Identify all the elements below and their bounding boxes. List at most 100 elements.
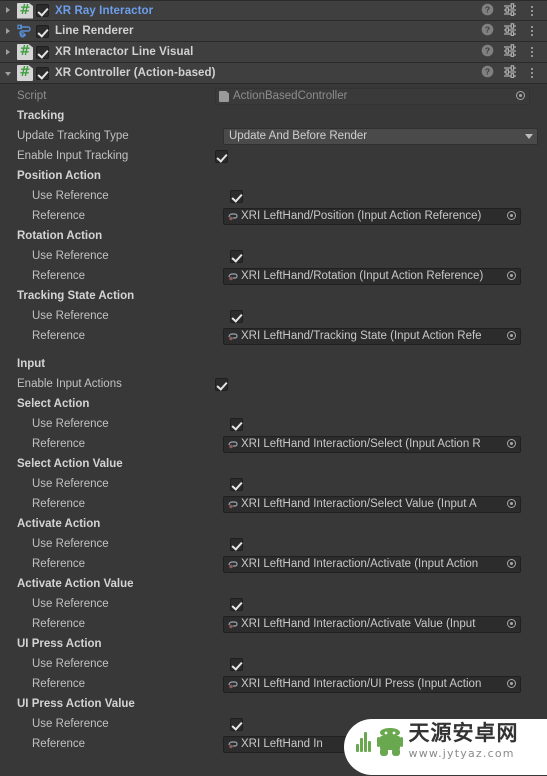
property-field: XRI LeftHand Interaction/Activate (Input… [215, 555, 547, 573]
component-enabled-checkbox[interactable] [36, 45, 49, 59]
property-field: XRI LeftHand In [215, 735, 547, 753]
property-row: Reference XRI LeftHand Interaction/Select… [0, 434, 547, 454]
property-field [215, 597, 547, 611]
property-label: Use Reference [32, 190, 109, 202]
more-menu-icon[interactable] [526, 4, 538, 18]
more-menu-icon[interactable] [526, 24, 538, 38]
property-label: Reference [32, 270, 86, 282]
chevron-right-icon[interactable] [2, 25, 15, 38]
checkbox-use-reference[interactable] [230, 597, 243, 611]
component-enabled-checkbox[interactable] [36, 4, 49, 17]
reference-object-field[interactable]: XRI LeftHand/Position (Input Action Refe… [223, 207, 521, 225]
object-picker-icon[interactable] [505, 737, 520, 752]
property-row: Use Reference [0, 594, 547, 614]
checkbox-use-reference[interactable] [230, 309, 243, 323]
property-row: Select Action [0, 394, 547, 414]
reference-value: XRI LeftHand Interaction/UI Press (Input… [241, 677, 482, 690]
reference-object-field[interactable]: XRI LeftHand Interaction/Select Value (I… [223, 495, 521, 513]
section-header-label: Rotation Action [17, 230, 103, 242]
property-row: Position Action [0, 166, 547, 186]
component-enabled-checkbox[interactable] [36, 24, 49, 38]
checkbox-use-reference[interactable] [230, 189, 243, 203]
property-label: Reference [32, 558, 86, 570]
object-picker-icon[interactable] [505, 437, 520, 452]
more-menu-icon[interactable] [526, 66, 538, 80]
property-row: Use Reference [0, 186, 547, 206]
reference-object-field[interactable]: XRI LeftHand/Tracking State (Input Actio… [223, 327, 521, 345]
reference-object-field[interactable]: XRI LeftHand Interaction/Select (Input A… [223, 435, 521, 453]
component-header[interactable]: Line Renderer? [0, 21, 547, 42]
object-picker-icon[interactable] [514, 89, 529, 104]
object-picker-icon[interactable] [505, 617, 520, 632]
checkbox-use-reference[interactable] [230, 249, 243, 263]
property-row: Reference XRI LeftHand Interaction/Activa… [0, 554, 547, 574]
section-header-label: Activate Action Value [17, 578, 134, 590]
property-label: Use Reference [32, 538, 109, 550]
script-object-field[interactable]: ActionBasedController [215, 87, 530, 105]
checkbox-use-reference[interactable] [230, 657, 243, 671]
checkbox-use-reference[interactable] [230, 477, 243, 491]
property-row: Use Reference [0, 654, 547, 674]
csharp-asset-icon [219, 90, 231, 102]
input-action-asset-icon [227, 438, 239, 450]
reference-object-field[interactable]: XRI LeftHand Interaction/Activate (Input… [223, 555, 521, 573]
checkbox-use-reference[interactable] [230, 537, 243, 551]
reference-object-field[interactable]: XRI LeftHand/Rotation (Input Action Refe… [223, 267, 521, 285]
preset-icon[interactable] [503, 2, 517, 19]
object-picker-icon[interactable] [505, 677, 520, 692]
chevron-down-icon[interactable] [2, 67, 15, 80]
property-row: Select Action Value [0, 454, 547, 474]
property-row: Use Reference [0, 306, 547, 326]
svg-text:?: ? [485, 67, 490, 77]
component-enabled-checkbox[interactable] [36, 66, 49, 80]
chevron-right-icon[interactable] [2, 4, 15, 17]
section-header-label: Activate Action [17, 518, 101, 530]
object-picker-icon[interactable] [505, 329, 520, 344]
checkbox-enable-input-actions[interactable] [215, 377, 228, 391]
more-menu-icon[interactable] [526, 45, 538, 59]
preset-icon[interactable] [503, 44, 517, 60]
update-tracking-type-dropdown[interactable]: Update And Before Render [223, 127, 538, 145]
section-header-label: UI Press Action [17, 638, 102, 650]
reference-object-field[interactable]: XRI LeftHand In [223, 735, 521, 753]
reference-value: XRI LeftHand Interaction/Activate Value … [241, 617, 476, 630]
input-action-asset-icon [227, 678, 239, 690]
property-field: XRI LeftHand/Position (Input Action Refe… [215, 207, 547, 225]
property-row: Input [0, 354, 547, 374]
help-icon[interactable]: ? [481, 44, 494, 60]
property-label: Use Reference [32, 718, 109, 730]
reference-object-field[interactable]: XRI LeftHand Interaction/UI Press (Input… [223, 675, 521, 693]
property-field [215, 717, 547, 731]
checkbox-use-reference[interactable] [230, 417, 243, 431]
object-picker-icon[interactable] [505, 497, 520, 512]
property-row: Tracking [0, 106, 547, 126]
section-header-label: Input [17, 358, 46, 370]
property-label: Reference [32, 330, 86, 342]
preset-icon[interactable] [503, 23, 517, 39]
component-header[interactable]: # XR Ray Interactor? [0, 0, 547, 21]
component-header[interactable]: # XR Interactor Line Visual? [0, 42, 547, 63]
component-header-list: # XR Ray Interactor? Line Renderer? # XR Int… [0, 0, 547, 84]
component-header-icons: ? [481, 44, 543, 60]
property-row: Enable Input Tracking [0, 146, 547, 166]
checkbox-use-reference[interactable] [230, 717, 243, 731]
help-icon[interactable]: ? [481, 65, 494, 81]
svg-text:?: ? [485, 4, 490, 14]
reference-object-field[interactable]: XRI LeftHand Interaction/Activate Value … [223, 615, 521, 633]
help-icon[interactable]: ? [481, 3, 494, 19]
property-label: Reference [32, 210, 86, 222]
property-field: XRI LeftHand Interaction/Activate Value … [215, 615, 547, 633]
property-label: Update Tracking Type [17, 130, 129, 142]
component-header[interactable]: # XR Controller (Action-based)? [0, 63, 547, 84]
object-picker-icon[interactable] [505, 209, 520, 224]
reference-value: XRI LeftHand/Tracking State (Input Actio… [241, 329, 482, 342]
chevron-right-icon[interactable] [2, 46, 15, 59]
property-label: Use Reference [32, 250, 109, 262]
object-picker-icon[interactable] [505, 557, 520, 572]
object-picker-icon[interactable] [505, 269, 520, 284]
help-icon[interactable]: ? [481, 23, 494, 39]
checkbox-enable-input-tracking[interactable] [215, 149, 228, 163]
reference-value: XRI LeftHand In [241, 737, 323, 750]
reference-value: XRI LeftHand Interaction/Activate (Input… [241, 557, 479, 570]
preset-icon[interactable] [503, 65, 517, 81]
